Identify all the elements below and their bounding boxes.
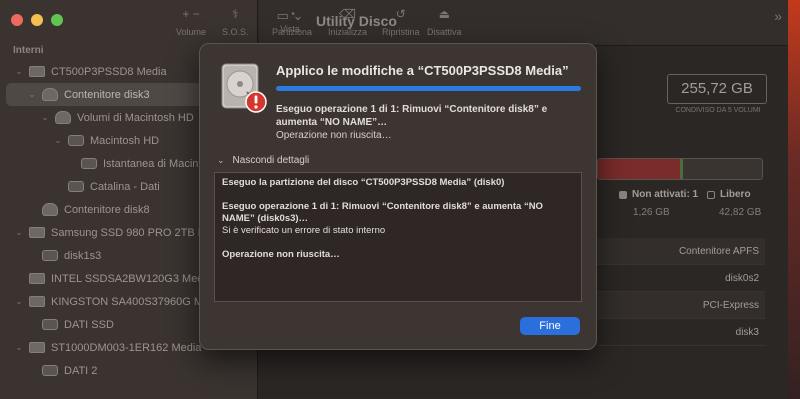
hide-details-toggle[interactable]: ⌄ Nascondi dettagli [217,155,309,166]
sidebar-item-label: KINGSTON SA400S37960G Media [51,295,224,308]
legend-inactive: Non attivati: 1 [619,189,698,200]
sidebar-item-label: ST1000DM003-1ER162 Media [51,341,202,354]
minimize-window-button[interactable] [31,14,43,26]
info-row-container: disk3 [597,319,765,346]
disclosure-chevron-icon[interactable]: ⌄ [13,66,25,77]
toolbar-button-label: S.O.S. [222,27,249,37]
window-controls [11,14,63,26]
sidebar-item-label: Contenitore disk8 [64,203,150,216]
internal-disk-icon [29,273,45,284]
eject-icon: ⏏ [438,7,450,21]
toolbar-button-label: Ripristina [382,27,420,37]
chevron-down-icon: ⌄ [217,155,225,165]
sidebar-heading: Interni [13,45,44,56]
sidebar-item[interactable]: DATI 2 [0,359,258,382]
toolbar-button-label: Volume [176,27,207,37]
sidebar-item-label: DATI SSD [64,318,114,331]
usage-bar-free [683,159,762,179]
details-log[interactable]: Eseguo la partizione del disco “CT500P3P… [214,172,582,302]
snapshot-icon [81,158,97,169]
sidebar-item-label: Catalina - Dati [90,180,160,193]
close-window-button[interactable] [11,14,23,26]
volume-icon [42,365,58,376]
details-log-line: Operazione non riuscita… [222,249,340,260]
legend-inactive-swatch [619,190,627,199]
done-button[interactable]: Fine [520,317,580,335]
legend-free-value: 42,82 GB [719,207,762,218]
disk-utility-window: Interni ⌄ CT500P3PSSD8 Media ⌄ Contenitore … [0,0,800,399]
restore-icon: ↺ [395,7,406,21]
toolbar-button[interactable]: ⚕ S.O.S. [222,7,249,37]
toolbar-overflow-icon[interactable]: » [774,8,782,24]
info-table: Contenitore APFS disk0s2 PCI-Express dis… [597,238,765,346]
sidebar-item-label: Volumi di Macintosh HD [77,111,194,124]
zoom-window-button[interactable] [51,14,63,26]
disk-error-icon [221,63,267,113]
disclosure-chevron-icon[interactable]: ⌄ [52,135,64,146]
sidebar-item-label: disk1s3 [64,249,102,262]
internal-disk-icon [29,227,45,238]
toolbar-button[interactable]: ↺ Ripristina [382,7,420,37]
apply-changes-dialog: Applico le modifiche a “CT500P3PSSD8 Med… [199,43,597,350]
usage-bar-used [598,159,680,179]
toolbar-button[interactable]: ◔ Partiziona [272,7,312,37]
sidebar-item-label: CT500P3PSSD8 Media [51,65,167,78]
disclosure-chevron-icon[interactable]: ⌄ [13,227,25,238]
volume-icon [68,181,84,192]
volume-icon [68,135,84,146]
sidebar-item-label: DATI 2 [64,364,98,377]
volume-icon [42,250,58,261]
details-log-line: Eseguo operazione 1 di 1: Rimuovi “Conte… [222,201,543,224]
hide-details-label: Nascondi dettagli [232,155,310,166]
capacity-caption: CONDIVISO DA 5 VOLUMI [675,107,761,114]
desktop-background [788,0,800,399]
sidebar-item-label: Macintosh HD [90,134,160,147]
pie-chart-icon: ◔ [288,7,296,21]
legend-free: Libero [707,189,751,200]
operation-text: Eseguo operazione 1 di 1: Rimuovi “Conte… [276,104,548,128]
toolbar-button-label: Disattiva [427,27,462,37]
usage-bar [597,158,763,180]
volume-icon [42,319,58,330]
plus-minus-icon: + − [182,7,200,21]
legend-inactive-label: Non attivati: 1 [632,189,699,200]
toolbar-button[interactable]: ⌫ Inizializza [328,7,367,37]
toolbar-button[interactable]: ⏏ Disattiva [427,7,462,37]
toolbar-button-label: Inizializza [328,27,368,37]
toolbar: ▭ ⌄ Vista Utility Disco + − Volume ⚕ S.O.S.… [176,0,788,46]
erase-disk-icon: ⌫ [339,7,356,21]
legend-inactive-value: 1,26 GB [633,207,670,218]
capacity-value: 255,72 GB [667,74,767,104]
volume-group-icon [55,111,71,124]
disclosure-chevron-icon[interactable]: ⌄ [13,296,25,307]
details-log-line: Si è verificato un errore di stato inter… [222,225,386,236]
sidebar-item-label: INTEL SSDSA2BW120G3 Media [51,272,212,285]
details-log-line: Eseguo la partizione del disco “CT500P3P… [222,177,505,188]
disclosure-chevron-icon[interactable]: ⌄ [26,89,38,100]
container-icon [42,88,58,101]
info-row-device: disk0s2 [597,265,765,292]
toolbar-button[interactable]: + − Volume [176,7,206,37]
internal-disk-icon [29,296,45,307]
legend-free-label: Libero [720,189,751,200]
container-icon [42,203,58,216]
sidebar-item-label: Contenitore disk3 [64,88,150,101]
info-row-type: Contenitore APFS [597,238,765,265]
disclosure-chevron-icon[interactable]: ⌄ [13,342,25,353]
stethoscope-icon: ⚕ [232,7,239,21]
status-text: Operazione non riuscita… [276,130,392,141]
internal-disk-icon [29,342,45,353]
progress-bar [276,86,581,91]
internal-disk-icon [29,66,45,77]
info-row-connection: PCI-Express [597,292,765,319]
toolbar-button-label: Partiziona [272,27,313,37]
legend-free-swatch [707,190,715,199]
dialog-title: Applico le modifiche a “CT500P3PSSD8 Med… [276,63,569,78]
disclosure-chevron-icon[interactable]: ⌄ [39,112,51,123]
